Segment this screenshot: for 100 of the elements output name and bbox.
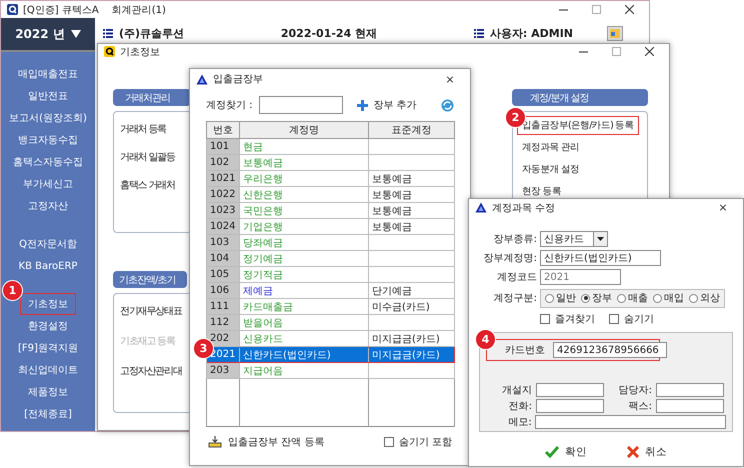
step-number-badge: 4 [475,329,496,350]
radio-option[interactable]: 매입 [653,291,684,305]
field-label: 개설지 [501,384,532,397]
table-cell: 현금 [240,138,368,154]
checkbox[interactable]: 숨기기 [609,312,654,326]
tray-icon [208,436,222,448]
sidebar-item[interactable]: 환경설정 [20,315,76,337]
input-field[interactable] [656,399,724,413]
table-cell: 105 [206,266,240,282]
list-icon [474,28,484,38]
table-cell: 1023 [206,202,240,218]
sidebar-item[interactable]: 홈택스자동수집 [5,151,91,173]
input-field[interactable] [656,383,724,397]
table-row[interactable]: 101 현금 [206,138,454,154]
caret-down-icon [597,237,604,241]
confirm-button[interactable]: 확인 [539,444,593,460]
table-row[interactable]: 102 보통예금 [206,154,454,170]
maximize-icon [592,5,600,14]
field-label: 팩스: [628,400,652,413]
close-button[interactable]: × [436,72,464,86]
warning-triangle-icon [196,74,208,84]
window-title: [Q인증] 큐텍스A [23,4,99,16]
close-button[interactable]: × [709,200,737,214]
menu-link[interactable]: 현장 등록 [517,182,566,201]
field-label: 장부종류: [492,233,537,246]
radio-option[interactable]: 외상 [689,291,720,305]
table-row[interactable]: 105 정기적금 [206,266,454,282]
sidebar-item[interactable]: 부가세신고 [15,173,81,195]
input-field[interactable] [536,399,604,413]
input-field[interactable]: 신한카드(법인카드) [540,250,661,266]
field-label: 전화: [508,400,532,413]
sidebar-item[interactable]: 뱅크자동수집 [10,129,86,151]
table-cell: 정기예금 [240,250,368,266]
table-cell: 1022 [206,186,240,202]
calendar-icon[interactable] [607,26,624,40]
dialog-title: 계정과목 수정 [492,202,556,214]
sidebar-item[interactable]: 일반전표 [20,85,76,107]
sidebar-item[interactable]: [전체종료] [16,403,80,425]
close-icon [627,446,639,458]
table-row[interactable]: 104 정기예금 [206,250,454,266]
radio-option[interactable]: 매출 [617,291,648,305]
table-cell: 112 [206,314,240,330]
sidebar-item[interactable]: 매입매출전표 [10,63,86,85]
input-field[interactable] [534,415,726,429]
table-row[interactable]: 203 지급어음 [206,362,454,378]
group-tab[interactable]: 기초잔액/초기 [113,271,187,288]
sidebar-item[interactable]: 보고서(원장조회) [1,107,95,129]
user-name: 사용자: ADMIN [490,26,574,40]
table-cell: 미지급금(카드) [368,330,454,346]
sidebar-item[interactable]: 기초정보 [20,293,76,315]
menu-link[interactable]: 고정자산관리대 [120,364,182,378]
table-cell: 미수금(카드) [368,298,454,314]
current-date: 2022-01-24 현재 [280,26,378,40]
balance-register-button[interactable]: 입출금장부 잔액 등록 [208,435,324,449]
group-tab[interactable]: 거래처관리 [113,89,191,106]
table-cell: 보통예금 [240,154,368,170]
step-number-badge: 1 [2,280,23,301]
table-cell: 신한카드(법인카드) [240,346,368,362]
table-row[interactable]: 1023 국민은행 보통예금 [206,202,454,218]
sidebar-item[interactable]: 고정자산 [20,195,76,217]
table-row[interactable]: 1021 우리은행 보통예금 [206,170,454,186]
column-header: 계정명 [240,122,368,138]
sidebar-item[interactable]: 제품정보 [20,381,76,403]
input-field[interactable]: 4269123678956666 [553,342,667,358]
field-label: 카드번호 [505,344,545,357]
sidebar-item[interactable]: [F9]원격지원 [10,337,86,359]
table-cell: 기업은행 [240,218,368,234]
ledger-type-dropdown[interactable]: 신용카드 [540,231,608,247]
sidebar-item[interactable]: KB BaroERP [10,255,86,277]
radio-option[interactable]: 일반 [545,291,576,305]
table-row[interactable]: 111 카드매출금 미수금(카드) [206,298,454,314]
year-selector[interactable]: 2022 년 [1,18,95,52]
sidebar-item[interactable]: 최신업데이트 [10,359,86,381]
menu-link[interactable]: 전기재무상태표 [120,304,182,318]
table-cell: 보통예금 [368,202,454,218]
checkbox[interactable]: 즐겨찾기 [540,312,595,326]
warning-triangle-icon [475,202,487,213]
table-row[interactable]: 103 당좌예금 [206,234,454,250]
table-row[interactable]: 112 받을어음 [206,314,454,330]
menu-link[interactable]: 거래처 등록 [120,122,166,136]
column-header: 표준계정 [368,122,454,138]
include-hidden-checkbox[interactable]: 숨기기 포함 [384,435,452,449]
group-tab[interactable]: 계정/분개 설정 [512,89,648,106]
input-field[interactable] [536,383,604,397]
table-cell: 보통예금 [368,186,454,202]
radio-option[interactable]: 장부 [581,291,612,305]
table-row[interactable]: 106 제예금 단기예금 [206,282,454,298]
cancel-button[interactable]: 취소 [621,444,673,460]
menu-link[interactable]: 자동분개 설정 [517,160,584,179]
table-row[interactable]: 1022 신한은행 보통예금 [206,186,454,202]
check-icon [545,446,559,458]
add-ledger-button[interactable]: 장부 추가 [356,98,417,112]
sidebar-item[interactable]: Q전자문서함 [11,233,85,255]
list-icon [103,28,113,38]
table-row[interactable]: 1024 기업은행 보통예금 [206,218,454,234]
menu-link[interactable]: 거래처 일괄등 [120,150,175,164]
search-field[interactable] [258,96,343,114]
refresh-icon[interactable] [441,98,454,112]
menu-link[interactable]: 계정과목 관리 [517,138,584,157]
menu-link[interactable]: 홈택스 거래처 [120,178,175,192]
